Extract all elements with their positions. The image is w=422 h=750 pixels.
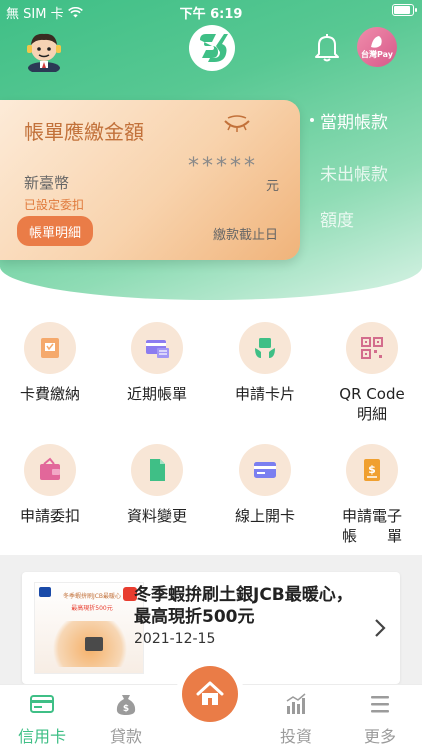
autopay-status: 已設定委扣 <box>24 198 85 212</box>
svg-text:$: $ <box>368 463 376 476</box>
svg-text:$: $ <box>123 704 129 714</box>
tab-credit-card[interactable]: 信用卡 <box>2 685 82 747</box>
home-icon <box>196 681 224 705</box>
news-date: 2021-12-15 <box>134 631 216 647</box>
tab-current-bill[interactable]: 當期帳款 <box>320 108 388 133</box>
payment-icon <box>24 322 76 374</box>
ks-logo[interactable] <box>189 25 235 71</box>
ks-logo-icon <box>200 34 228 62</box>
laptop-icon <box>85 637 103 651</box>
menu-item-apply-e-bill[interactable]: $ 申請電子 帳 單 <box>322 444 422 546</box>
home-button-circle <box>182 666 238 722</box>
tab-investment[interactable]: 投資 <box>256 685 336 747</box>
menu-label: QR Code 明細 <box>339 385 405 423</box>
tab-credit-limit[interactable]: 額度 <box>320 206 354 231</box>
mascot-avatar[interactable] <box>22 28 66 74</box>
menu-item-change-info[interactable]: 資料變更 <box>107 444 207 526</box>
taiwan-pay-label: 台灣Pay <box>360 49 393 59</box>
mascot-icon <box>27 33 61 74</box>
tab-label: 貸款 <box>109 727 142 746</box>
menu-item-apply-autopay[interactable]: 申請委扣 <box>0 444 100 526</box>
taiwan-pay-button[interactable]: 台灣Pay <box>357 27 397 67</box>
wallet-icon <box>24 444 76 496</box>
thumb-subcaption: 最高現折500元 <box>71 605 113 612</box>
bill-card: 帳單應繳金額 新臺幣 ***** 元 已設定委扣 帳單明細 繳款截止日 <box>0 100 300 260</box>
tab-unbilled[interactable]: 未出帳款 <box>320 160 388 185</box>
bill-detail-button[interactable]: 帳單明細 <box>17 216 93 246</box>
credit-card-icon <box>239 444 291 496</box>
currency-unit: 元 <box>266 179 280 194</box>
battery-level <box>394 6 411 14</box>
menu-label: 資料變更 <box>126 507 187 525</box>
menu-icon <box>371 696 389 713</box>
menu-item-apply-card[interactable]: 申請卡片 <box>215 322 315 404</box>
qr-code-icon <box>346 322 398 374</box>
taiwan-pay-icon <box>371 35 382 48</box>
money-bag-icon: $ <box>116 695 136 715</box>
menu-item-online-activation[interactable]: 線上開卡 <box>215 444 315 526</box>
menu-item-card-payment[interactable]: 卡費繳納 <box>0 322 100 404</box>
news-title: 冬季蝦拚刷土銀JCB最暖心，最高現折500元 <box>134 585 353 627</box>
thumb-caption: 冬季蝦拚刷JCB最暖心 <box>62 593 122 600</box>
menu-label: 近期帳單 <box>126 385 187 403</box>
menu-label: 申請委扣 <box>19 507 80 525</box>
tab-label: 更多 <box>363 727 396 746</box>
document-icon <box>131 444 183 496</box>
bell-icon <box>315 34 339 62</box>
status-bar: 無 SIM 卡 下午 6:19 <box>0 0 422 22</box>
chart-icon <box>286 693 306 714</box>
menu-item-qr-code-detail[interactable]: QR Code 明細 <box>322 322 422 424</box>
credit-card-icon <box>30 695 54 713</box>
menu-label: 申請電子 帳 單 <box>341 507 402 545</box>
currency-label: 新臺幣 <box>24 174 70 192</box>
tab-label: 投資 <box>279 727 312 746</box>
notification-button[interactable] <box>310 30 344 64</box>
chevron-right-icon <box>374 618 386 644</box>
menu-item-recent-bills[interactable]: 近期帳單 <box>107 322 207 404</box>
active-tab-dot <box>310 118 314 122</box>
tab-label: 信用卡 <box>17 727 66 746</box>
jcb-logo <box>39 587 51 597</box>
e-bill-icon: $ <box>346 444 398 496</box>
eye-closed-icon[interactable] <box>222 114 252 136</box>
clock: 下午 6:19 <box>179 7 243 22</box>
menu-label: 卡費繳納 <box>19 385 80 403</box>
bill-icon <box>131 322 183 374</box>
payment-deadline-label: 繳款截止日 <box>213 228 279 243</box>
menu-label: 申請卡片 <box>234 385 295 403</box>
tab-loans[interactable]: $ 貸款 <box>86 685 166 747</box>
card-hand-icon <box>239 322 291 374</box>
home-button[interactable] <box>176 660 244 728</box>
news-thumbnail: 冬季蝦拚刷JCB最暖心 最高現折500元 <box>34 582 144 674</box>
battery-icon <box>392 4 417 16</box>
menu-label: 線上開卡 <box>234 507 295 525</box>
bill-amount-title: 帳單應繳金額 <box>24 120 144 144</box>
masked-amount: ***** <box>188 154 258 179</box>
tab-more[interactable]: 更多 <box>340 685 420 747</box>
